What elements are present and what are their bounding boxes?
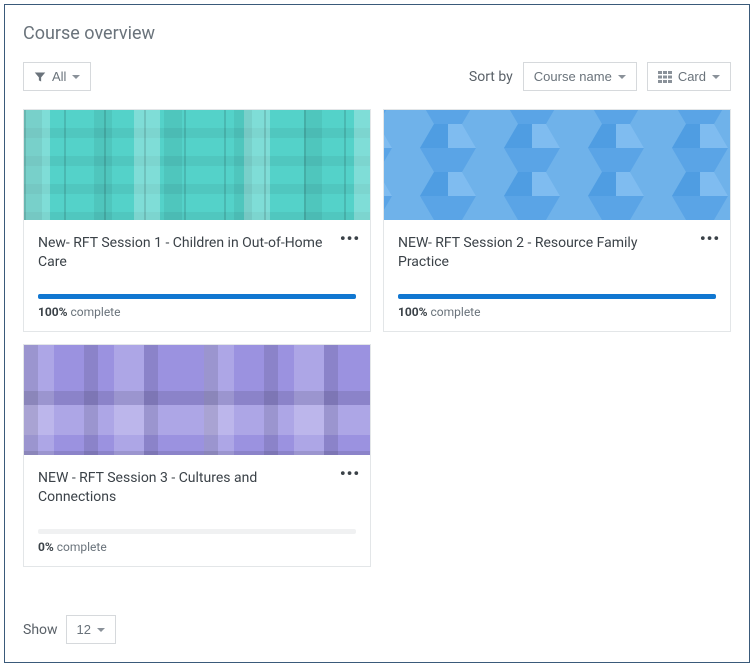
course-overview-panel: Course overview All Sort by Course name bbox=[4, 4, 750, 663]
course-card[interactable]: NEW- RFT Session 2 - Resource Family Pra… bbox=[383, 109, 731, 332]
controls-right: Sort by Course name Card bbox=[469, 62, 731, 91]
filter-label: All bbox=[52, 69, 66, 84]
progress-percent: 100% bbox=[398, 305, 428, 319]
course-card-footer: 0% complete bbox=[24, 529, 370, 566]
ellipsis-icon: ••• bbox=[700, 229, 720, 248]
show-row: Show 12 bbox=[23, 615, 116, 644]
course-grid: New- RFT Session 1 - Children in Out-of-… bbox=[23, 109, 731, 567]
filter-icon bbox=[34, 71, 46, 83]
sort-value: Course name bbox=[534, 69, 612, 84]
progress-bar-track bbox=[398, 294, 716, 299]
progress-percent: 0% bbox=[38, 540, 54, 554]
show-dropdown[interactable]: 12 bbox=[66, 615, 116, 644]
progress-word: complete bbox=[54, 540, 107, 554]
controls-row: All Sort by Course name Card bbox=[23, 62, 731, 91]
ellipsis-icon: ••• bbox=[340, 229, 360, 248]
course-image bbox=[24, 345, 370, 455]
course-card-body: New- RFT Session 1 - Children in Out-of-… bbox=[24, 220, 370, 294]
progress-bar-track bbox=[38, 529, 356, 534]
progress-percent: 100% bbox=[38, 305, 68, 319]
sort-dropdown[interactable]: Course name bbox=[523, 62, 637, 91]
course-card-footer: 100% complete bbox=[24, 294, 370, 331]
progress-label: 100% complete bbox=[398, 305, 716, 319]
sort-by-label: Sort by bbox=[469, 69, 513, 85]
progress-label: 0% complete bbox=[38, 540, 356, 554]
show-value: 12 bbox=[77, 622, 91, 637]
chevron-down-icon bbox=[72, 75, 80, 79]
course-title[interactable]: New- RFT Session 1 - Children in Out-of-… bbox=[38, 234, 356, 272]
chevron-down-icon bbox=[618, 75, 626, 79]
course-menu-button[interactable]: ••• bbox=[700, 230, 720, 246]
progress-word: complete bbox=[68, 305, 121, 319]
course-menu-button[interactable]: ••• bbox=[340, 465, 360, 481]
chevron-down-icon bbox=[97, 628, 105, 632]
course-card-footer: 100% complete bbox=[384, 294, 730, 331]
ellipsis-icon: ••• bbox=[340, 464, 360, 483]
progress-bar-fill bbox=[38, 294, 356, 299]
view-label: Card bbox=[678, 69, 706, 84]
view-dropdown[interactable]: Card bbox=[647, 62, 731, 91]
course-menu-button[interactable]: ••• bbox=[340, 230, 360, 246]
progress-bar-track bbox=[38, 294, 356, 299]
show-label: Show bbox=[23, 622, 58, 638]
grid-icon bbox=[658, 71, 672, 83]
chevron-down-icon bbox=[712, 75, 720, 79]
course-card[interactable]: New- RFT Session 1 - Children in Out-of-… bbox=[23, 109, 371, 332]
progress-label: 100% complete bbox=[38, 305, 356, 319]
progress-bar-fill bbox=[398, 294, 716, 299]
course-image bbox=[384, 110, 730, 220]
course-card[interactable]: NEW - RFT Session 3 - Cultures and Conne… bbox=[23, 344, 371, 567]
filter-dropdown[interactable]: All bbox=[23, 62, 91, 91]
page-title: Course overview bbox=[23, 23, 731, 44]
course-title[interactable]: NEW - RFT Session 3 - Cultures and Conne… bbox=[38, 469, 356, 507]
course-image bbox=[24, 110, 370, 220]
course-card-body: NEW- RFT Session 2 - Resource Family Pra… bbox=[384, 220, 730, 294]
progress-word: complete bbox=[428, 305, 481, 319]
controls-left: All bbox=[23, 62, 91, 91]
course-card-body: NEW - RFT Session 3 - Cultures and Conne… bbox=[24, 455, 370, 529]
course-title[interactable]: NEW- RFT Session 2 - Resource Family Pra… bbox=[398, 234, 716, 272]
